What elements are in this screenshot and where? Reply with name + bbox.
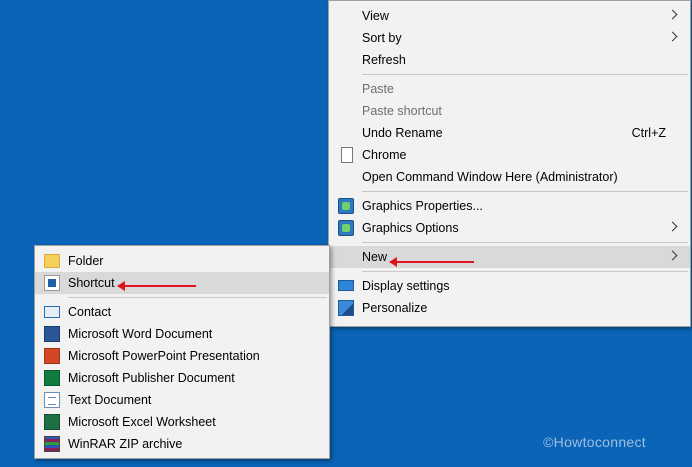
submenu-item-folder[interactable]: Folder xyxy=(35,250,329,272)
submenu-item-word-label: Microsoft Word Document xyxy=(68,327,213,341)
submenu-item-text-document[interactable]: Text Document xyxy=(35,389,329,411)
intel-graphics-icon xyxy=(338,220,354,236)
menu-separator xyxy=(68,297,327,298)
menu-item-graphics-options-label: Graphics Options xyxy=(362,221,459,235)
submenu-item-winrar-label: WinRAR ZIP archive xyxy=(68,437,183,451)
submenu-item-contact-label: Contact xyxy=(68,305,112,319)
watermark: ©Howtoconnect xyxy=(543,434,646,450)
word-icon xyxy=(44,326,60,342)
publisher-icon xyxy=(44,370,60,386)
menu-item-chrome-label: Chrome xyxy=(362,148,407,162)
menu-item-open-command-window[interactable]: Open Command Window Here (Administrator) xyxy=(329,166,690,188)
submenu-item-contact[interactable]: Contact xyxy=(35,301,329,323)
menu-item-personalize[interactable]: Personalize xyxy=(329,297,690,319)
menu-separator xyxy=(362,242,688,243)
submenu-item-shortcut[interactable]: Shortcut xyxy=(35,272,329,294)
menu-item-undo-rename[interactable]: Undo Rename Ctrl+Z xyxy=(329,122,690,144)
powerpoint-icon xyxy=(44,348,60,364)
excel-icon xyxy=(44,414,60,430)
menu-item-new-label: New xyxy=(362,250,388,264)
menu-separator xyxy=(362,191,688,192)
display-icon xyxy=(338,280,354,291)
submenu-item-text-label: Text Document xyxy=(68,393,152,407)
menu-item-view-label: View xyxy=(362,9,389,23)
submenu-item-publisher-label: Microsoft Publisher Document xyxy=(68,371,235,385)
menu-item-display-settings-label: Display settings xyxy=(362,279,450,293)
desktop-context-menu: View Sort by Refresh Paste Paste shortcu… xyxy=(328,0,691,327)
desktop[interactable]: View Sort by Refresh Paste Paste shortcu… xyxy=(0,0,692,467)
menu-item-paste-shortcut-label: Paste shortcut xyxy=(362,104,442,118)
menu-separator xyxy=(362,74,688,75)
menu-item-undo-rename-label: Undo Rename xyxy=(362,126,443,140)
intel-graphics-icon xyxy=(338,198,354,214)
folder-icon xyxy=(44,254,60,268)
menu-item-refresh-label: Refresh xyxy=(362,53,406,67)
personalize-icon xyxy=(338,300,354,316)
keyboard-shortcut-label: Ctrl+Z xyxy=(631,126,666,140)
text-document-icon xyxy=(44,392,60,408)
contact-icon xyxy=(44,306,60,318)
submenu-item-shortcut-label: Shortcut xyxy=(68,276,115,290)
menu-item-sort-by-label: Sort by xyxy=(362,31,402,45)
menu-item-display-settings[interactable]: Display settings xyxy=(329,275,690,297)
menu-item-graphics-properties[interactable]: Graphics Properties... xyxy=(329,195,690,217)
menu-separator xyxy=(362,271,688,272)
shortcut-icon xyxy=(44,275,60,291)
blank-document-icon xyxy=(341,147,353,163)
submenu-item-excel-label: Microsoft Excel Worksheet xyxy=(68,415,216,429)
menu-item-paste-shortcut: Paste shortcut xyxy=(329,100,690,122)
menu-item-view[interactable]: View xyxy=(329,5,690,27)
winrar-icon xyxy=(44,436,60,452)
submenu-item-powerpoint-label: Microsoft PowerPoint Presentation xyxy=(68,349,260,363)
menu-item-refresh[interactable]: Refresh xyxy=(329,49,690,71)
red-arrow-annotation xyxy=(389,257,474,267)
menu-item-open-command-window-label: Open Command Window Here (Administrator) xyxy=(362,170,618,184)
submenu-item-excel[interactable]: Microsoft Excel Worksheet xyxy=(35,411,329,433)
submenu-item-powerpoint[interactable]: Microsoft PowerPoint Presentation xyxy=(35,345,329,367)
new-submenu: Folder Shortcut Contact Microsoft Word D… xyxy=(34,245,330,459)
menu-item-paste: Paste xyxy=(329,78,690,100)
menu-item-new[interactable]: New xyxy=(329,246,690,268)
menu-item-graphics-options[interactable]: Graphics Options xyxy=(329,217,690,239)
menu-item-personalize-label: Personalize xyxy=(362,301,428,315)
submenu-item-folder-label: Folder xyxy=(68,254,104,268)
chevron-right-icon xyxy=(667,250,678,261)
menu-item-graphics-properties-label: Graphics Properties... xyxy=(362,199,483,213)
submenu-item-winrar[interactable]: WinRAR ZIP archive xyxy=(35,433,329,455)
chevron-right-icon xyxy=(667,31,678,42)
red-arrow-annotation xyxy=(117,281,196,291)
submenu-item-publisher[interactable]: Microsoft Publisher Document xyxy=(35,367,329,389)
menu-item-sort-by[interactable]: Sort by xyxy=(329,27,690,49)
chevron-right-icon xyxy=(667,9,678,20)
menu-item-paste-label: Paste xyxy=(362,82,394,96)
chevron-right-icon xyxy=(667,221,678,232)
menu-item-chrome[interactable]: Chrome xyxy=(329,144,690,166)
submenu-item-word-document[interactable]: Microsoft Word Document xyxy=(35,323,329,345)
